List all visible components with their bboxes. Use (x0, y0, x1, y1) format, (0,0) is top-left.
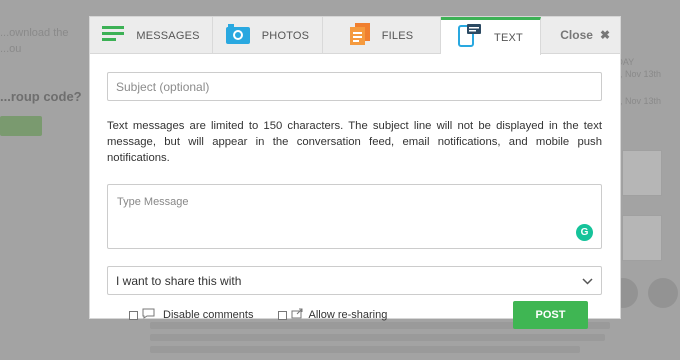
sms-notice: Text messages are limited to 150 charact… (107, 120, 602, 164)
share-label: I want to share this with (116, 273, 242, 288)
tab-label: TEXT (494, 31, 523, 44)
disable-comments-label: Disable comments (163, 309, 254, 321)
compose-modal: MESSAGES PHOTOS FILES TEXT Close ✖ Subje… (89, 16, 621, 329)
allow-resharing-label: Allow re-sharing (308, 309, 388, 321)
background-tile (622, 215, 662, 261)
close-label: Close (560, 28, 593, 42)
tab-messages[interactable]: MESSAGES (90, 17, 213, 54)
background-circle (648, 278, 678, 308)
share-select[interactable]: I want to share this with (107, 266, 602, 295)
tab-label: MESSAGES (136, 29, 200, 42)
background-line (150, 346, 580, 353)
camera-icon (225, 24, 250, 47)
disable-comments-checkbox[interactable]: Disable comments (129, 308, 253, 322)
background-line (150, 334, 605, 341)
tab-files[interactable]: FILES (323, 17, 441, 54)
messages-icon (102, 25, 125, 46)
message-placeholder: Type Message (117, 196, 189, 208)
message-textarea[interactable]: Type Message G (107, 184, 602, 249)
close-button[interactable]: Close ✖ (560, 17, 620, 53)
tab-label: FILES (381, 29, 414, 42)
grammarly-icon[interactable]: G (576, 224, 593, 241)
reshare-icon (291, 308, 304, 322)
allow-resharing-checkbox[interactable]: Allow re-sharing (278, 308, 387, 322)
text-phone-icon (458, 24, 482, 51)
subject-input[interactable] (107, 72, 602, 101)
tab-photos[interactable]: PHOTOS (213, 17, 323, 54)
post-button[interactable]: POST (513, 301, 588, 329)
checkbox-box[interactable] (129, 310, 138, 320)
compose-tabs: MESSAGES PHOTOS FILES TEXT Close ✖ (90, 17, 620, 55)
background-text: ...ownload the (0, 27, 69, 39)
background-button (0, 116, 42, 136)
tab-label: PHOTOS (261, 29, 310, 42)
compose-body: Text messages are limited to 150 charact… (90, 54, 620, 329)
close-icon: ✖ (599, 28, 610, 42)
files-icon (349, 23, 370, 48)
checkbox-box[interactable] (278, 310, 288, 320)
background-text: ...ou (0, 43, 22, 55)
tab-text[interactable]: TEXT (441, 17, 541, 55)
options-row: Disable comments Allow re-sharing POST (107, 301, 603, 329)
background-tile (622, 150, 662, 196)
background-heading: ...roup code? (0, 89, 82, 104)
chevron-down-icon (582, 274, 593, 288)
comment-icon (142, 308, 155, 322)
